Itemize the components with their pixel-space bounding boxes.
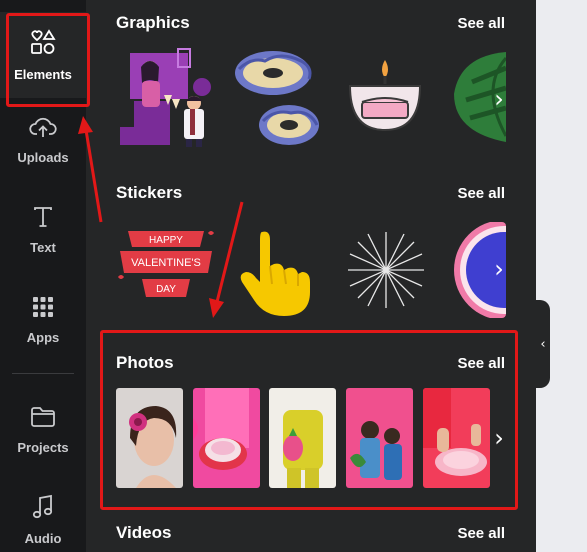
photo-pink-cake[interactable] — [193, 388, 260, 488]
rail-item-elements[interactable]: Elements — [0, 12, 86, 98]
rail-item-text[interactable]: Text — [0, 187, 86, 273]
chevron-right-icon: › — [494, 85, 504, 113]
rail-item-projects[interactable]: Projects — [0, 387, 86, 473]
rail-label-projects: Projects — [17, 440, 69, 455]
sticker-happy-valentines-day[interactable]: HAPPY VALENTINE'S DAY — [116, 225, 216, 305]
rail-item-apps[interactable]: Apps — [0, 277, 86, 363]
see-all-graphics-link[interactable]: See all — [457, 15, 505, 32]
side-navigation-rail: Elements Uploads Text Apps Projects Audi… — [0, 0, 86, 552]
sticker-pointing-hand[interactable] — [236, 226, 316, 318]
rail-label-uploads: Uploads — [17, 150, 69, 165]
rail-label-apps: Apps — [26, 330, 60, 345]
elements-panel: Graphics See all › Stickers See all HAPP… — [86, 0, 536, 552]
canvas-area — [536, 0, 587, 552]
graphic-scrunchies[interactable] — [231, 47, 321, 147]
rail-item-audio[interactable]: Audio — [0, 477, 86, 552]
sticker-starburst[interactable] — [346, 230, 426, 310]
chevron-right-icon: › — [494, 424, 504, 452]
graphic-people-toast[interactable] — [116, 47, 214, 147]
section-title-stickers: Stickers — [116, 183, 183, 202]
text-icon — [31, 205, 55, 234]
see-all-videos-link[interactable]: See all — [457, 525, 505, 542]
photo-woman-pink-flower[interactable] — [116, 388, 183, 488]
collapse-panel-button[interactable]: ‹ — [536, 300, 550, 388]
rail-label-text: Text — [30, 240, 56, 255]
rail-label-elements: Elements — [14, 67, 72, 82]
photo-women-pink-wall[interactable] — [346, 388, 413, 488]
sticker-text-day: DAY — [156, 284, 176, 295]
sticker-text-valentines: VALENTINE'S — [131, 257, 201, 269]
rail-divider — [12, 373, 74, 374]
see-all-stickers-link[interactable]: See all — [457, 185, 505, 202]
sticker-text-happy: HAPPY — [149, 235, 183, 246]
section-title-photos: Photos — [116, 353, 174, 372]
music-note-icon — [31, 494, 55, 525]
photos-next-arrow[interactable]: › — [488, 416, 510, 460]
rail-item-uploads[interactable]: Uploads — [0, 97, 86, 183]
apps-grid-icon — [31, 295, 55, 324]
rail-label-audio: Audio — [24, 531, 62, 546]
photo-yellow-outfit-pineapple[interactable] — [269, 388, 336, 488]
elements-icon — [29, 28, 57, 61]
photo-pink-plate-hands[interactable] — [423, 388, 490, 488]
graphics-next-arrow[interactable]: › — [488, 77, 510, 121]
section-title-videos: Videos — [116, 523, 172, 542]
graphic-candle[interactable] — [344, 54, 426, 136]
cloud-upload-icon — [29, 115, 57, 144]
see-all-photos-link[interactable]: See all — [457, 355, 505, 372]
stickers-next-arrow[interactable]: › — [488, 247, 510, 291]
chevron-right-icon: › — [494, 255, 504, 283]
folder-icon — [29, 405, 57, 434]
section-title-graphics: Graphics — [116, 13, 190, 32]
chevron-left-icon: ‹ — [540, 336, 546, 352]
